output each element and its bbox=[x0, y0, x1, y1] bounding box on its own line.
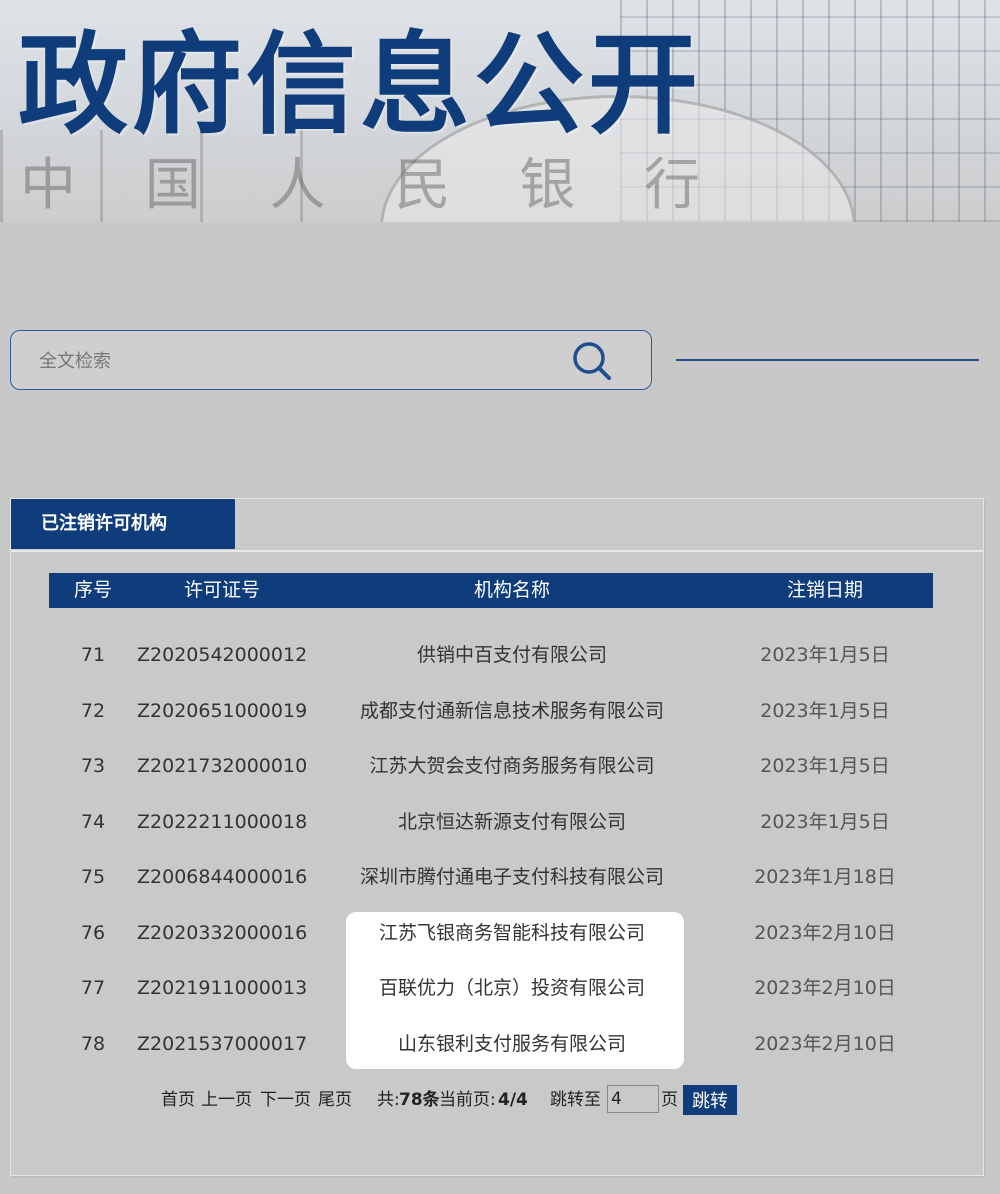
banner-char: 人 bbox=[269, 153, 326, 218]
search-input[interactable] bbox=[25, 339, 561, 383]
row-license: Z2020651000019 bbox=[137, 699, 308, 722]
row-no: 71 bbox=[80, 644, 106, 666]
table-row: 78 Z2021537000017 山东银利支付服务有限公司 2023年2月10… bbox=[49, 1017, 933, 1073]
row-no: 72 bbox=[80, 699, 106, 722]
row-name: 成都支付通新信息技术服务有限公司 bbox=[359, 699, 664, 722]
row-name: 江苏大贺会支付商务服务有限公司 bbox=[369, 755, 655, 777]
banner-char: 民 bbox=[394, 153, 451, 218]
table-row: 71 Z2020542000012 供销中百支付有限公司 2023年1月5日 bbox=[49, 628, 933, 684]
pager-current-page: 4/4 bbox=[498, 1090, 528, 1110]
row-name: 供销中百支付有限公司 bbox=[416, 644, 607, 666]
row-date: 2023年1月5日 bbox=[760, 699, 890, 722]
row-date: 2023年1月5日 bbox=[760, 810, 890, 833]
pager-page-unit: 页 bbox=[661, 1090, 678, 1110]
row-license: Z2021911000013 bbox=[137, 977, 308, 999]
row-license: Z2020332000016 bbox=[137, 921, 308, 944]
table-row: 76 Z2020332000016 江苏飞银商务智能科技有限公司 2023年2月… bbox=[49, 906, 933, 962]
row-no: 75 bbox=[80, 866, 106, 888]
page-title: 政府信息公开 bbox=[18, 21, 702, 149]
pager-next-link[interactable]: 下一页 bbox=[260, 1085, 311, 1115]
row-license: Z2021537000017 bbox=[137, 1032, 308, 1055]
table-row: 72 Z2020651000019 成都支付通新信息技术服务有限公司 2023年… bbox=[49, 684, 933, 740]
row-date: 2023年2月10日 bbox=[754, 977, 896, 999]
column-header-no: 序号 bbox=[73, 579, 112, 601]
pager-current-label: 当前页: bbox=[439, 1090, 496, 1110]
row-name: 江苏飞银商务智能科技有限公司 bbox=[378, 921, 645, 944]
banner-char: 中 bbox=[20, 153, 76, 218]
pager-prev-link[interactable]: 上一页 bbox=[201, 1085, 252, 1115]
table-header: 序号 许可证号 机构名称 注销日期 bbox=[49, 573, 933, 608]
page-number-input[interactable] bbox=[607, 1085, 659, 1113]
row-name: 深圳市腾付通电子支付科技有限公司 bbox=[359, 866, 664, 888]
pager-last-link[interactable]: 尾页 bbox=[318, 1085, 352, 1115]
banner-char: 行 bbox=[643, 153, 700, 218]
banner-char: 国 bbox=[144, 153, 201, 218]
row-date: 2023年2月10日 bbox=[754, 921, 896, 944]
table-row: 74 Z2022211000018 北京恒达新源支付有限公司 2023年1月5日 bbox=[49, 795, 933, 851]
jump-button[interactable]: 跳转 bbox=[683, 1085, 737, 1115]
row-no: 74 bbox=[80, 810, 106, 833]
row-date: 2023年1月5日 bbox=[760, 644, 890, 666]
row-license: Z2021732000010 bbox=[137, 755, 308, 777]
pager-jump-label: 跳转至 bbox=[550, 1090, 601, 1110]
table-row: 75 Z2006844000016 深圳市腾付通电子支付科技有限公司 2023年… bbox=[49, 850, 933, 906]
row-no: 78 bbox=[80, 1032, 106, 1055]
row-license: Z2022211000018 bbox=[137, 810, 308, 833]
pager-total-label: 共: bbox=[377, 1090, 400, 1110]
search-bar bbox=[10, 330, 652, 390]
pager-total-count: 78条 bbox=[399, 1090, 440, 1110]
banner-bank-name: 中 国 人 民 银 行 bbox=[0, 140, 720, 221]
table-row: 77 Z2021911000013 百联优力（北京）投资有限公司 2023年2月… bbox=[49, 961, 933, 1017]
pagination: 首页 上一页 下一页 尾页 共: 78条 当前页: 4/4 跳转至 页 跳转 bbox=[11, 1085, 983, 1115]
row-name: 北京恒达新源支付有限公司 bbox=[397, 810, 626, 833]
column-header-name: 机构名称 bbox=[473, 579, 550, 601]
row-license: Z2020542000012 bbox=[137, 644, 308, 666]
row-date: 2023年1月18日 bbox=[754, 866, 896, 888]
row-name: 百联优力（北京）投资有限公司 bbox=[378, 977, 645, 999]
row-date: 2023年2月10日 bbox=[754, 1032, 896, 1055]
search-button[interactable] bbox=[571, 341, 613, 381]
row-date: 2023年1月5日 bbox=[760, 755, 890, 777]
row-name: 山东银利支付服务有限公司 bbox=[397, 1032, 626, 1055]
row-no: 76 bbox=[80, 921, 106, 944]
tab-divider bbox=[11, 550, 983, 552]
row-no: 77 bbox=[80, 977, 106, 999]
row-license: Z2006844000016 bbox=[137, 866, 308, 888]
banner-char: 银 bbox=[519, 153, 576, 218]
tab-revoked-licenses[interactable]: 已注销许可机构 bbox=[11, 499, 235, 549]
row-no: 73 bbox=[80, 755, 106, 777]
table-body: 71 Z2020542000012 供销中百支付有限公司 2023年1月5日 7… bbox=[49, 628, 933, 1072]
header-banner: 中 国 人 民 银 行 政府信息公开 bbox=[0, 0, 1000, 222]
search-icon bbox=[573, 342, 611, 380]
pager-first-link[interactable]: 首页 bbox=[161, 1085, 195, 1115]
revoked-licenses-panel: 已注销许可机构 序号 许可证号 机构名称 注销日期 71 Z2020542000… bbox=[10, 498, 984, 1176]
table-row: 73 Z2021732000010 江苏大贺会支付商务服务有限公司 2023年1… bbox=[49, 739, 933, 795]
column-header-date: 注销日期 bbox=[786, 579, 863, 601]
column-header-license: 许可证号 bbox=[183, 579, 260, 601]
search-divider-line bbox=[676, 359, 979, 361]
